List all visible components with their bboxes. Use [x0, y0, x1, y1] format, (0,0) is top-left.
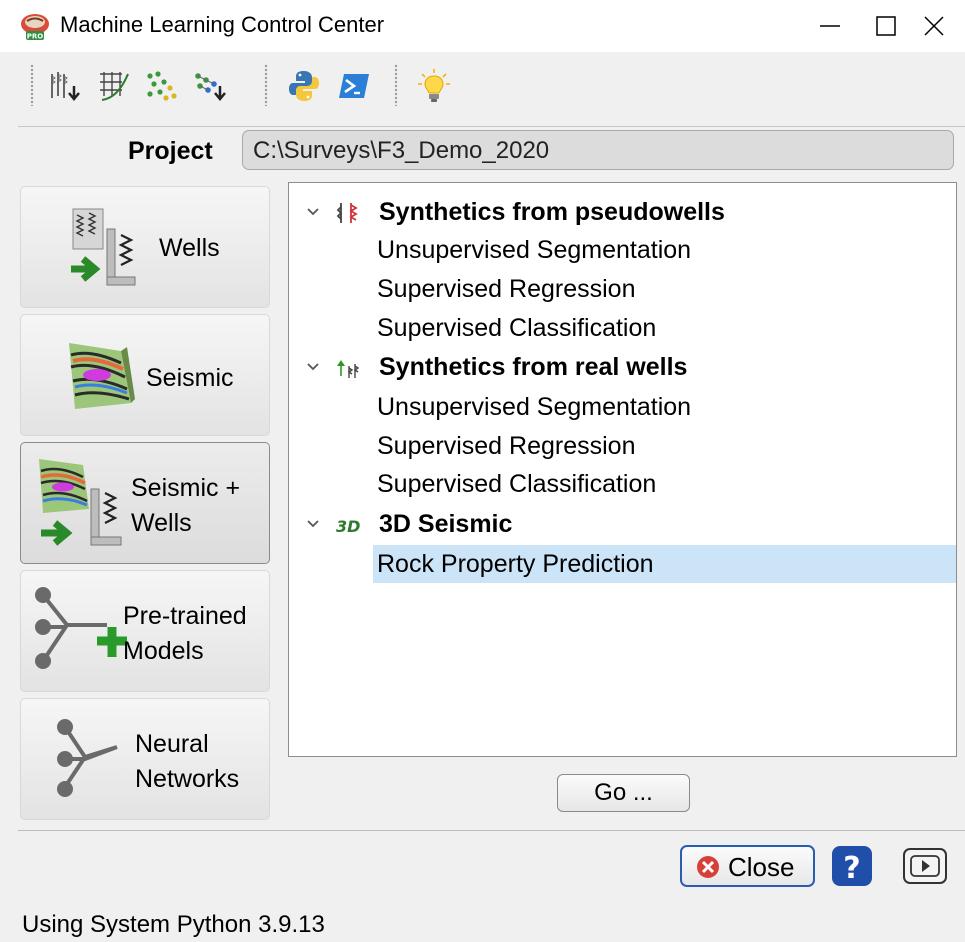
tree-item-label: Rock Property Prediction — [377, 550, 654, 578]
tree-category-3d-seismic[interactable]: 3D 3D Seismic — [289, 505, 956, 543]
neural-network-icon — [57, 719, 118, 797]
tree-category-pseudowells[interactable]: Synthetics from pseudowells — [289, 193, 956, 231]
title-bar: PRO Machine Learning Control Center — [0, 0, 965, 52]
help-button[interactable]: ? — [829, 845, 875, 887]
python-icon — [289, 71, 319, 101]
close-circle-icon — [697, 856, 719, 878]
close-window-button[interactable] — [906, 0, 962, 52]
powershell-icon — [339, 74, 369, 98]
wells-button[interactable]: Wells — [20, 186, 270, 308]
tree-category-label: Synthetics from real wells — [379, 353, 688, 381]
video-tutorial-button[interactable] — [900, 845, 950, 887]
tree-item-label: Unsupervised Segmentation — [377, 236, 692, 264]
workflow-tree: Synthetics from pseudowells Unsupervised… — [288, 182, 957, 757]
wells-icon — [71, 208, 136, 286]
seismic-label: Seismic — [146, 364, 234, 392]
pretrained-label-line2: Models — [123, 637, 204, 665]
powershell-button[interactable] — [334, 66, 374, 106]
status-text: Using System Python 3.9.13 — [22, 911, 325, 938]
chevron-down-icon — [307, 363, 319, 371]
window-title: Machine Learning Control Center — [60, 12, 385, 37]
wells-label: Wells — [159, 234, 220, 262]
svg-text:PRO: PRO — [27, 33, 44, 41]
tree-item-label: Supervised Regression — [377, 432, 636, 460]
3d-seismic-icon: 3D — [336, 517, 360, 536]
seismic-button[interactable]: Seismic — [20, 314, 270, 436]
tree-item[interactable]: Supervised Regression — [289, 270, 956, 308]
toolbar — [0, 52, 965, 122]
svg-text:3D: 3D — [336, 517, 360, 536]
pseudowells-icon — [336, 203, 358, 223]
seismic-wells-label-line1: Seismic + — [131, 474, 241, 502]
neural-networks-button[interactable]: Neural Networks — [20, 698, 270, 820]
log-crossplot-icon — [100, 72, 129, 101]
scatter-points-button[interactable] — [142, 66, 182, 106]
toolbar-divider — [18, 126, 965, 127]
minimize-icon — [820, 25, 840, 27]
seismic-wells-button[interactable]: Seismic + Wells — [20, 442, 270, 564]
close-button-label: Close — [728, 852, 795, 882]
seismic-wells-icon — [39, 459, 122, 546]
tree-category-real-wells[interactable]: Synthetics from real wells — [289, 348, 956, 386]
help-icon: ? — [832, 846, 872, 886]
project-path-field: C:\Surveys\F3_Demo_2020 — [242, 130, 954, 170]
tree-category-label: 3D Seismic — [379, 510, 513, 538]
seismic-wells-label-line2: Wells — [131, 509, 192, 537]
tree-item-label: Supervised Regression — [377, 275, 636, 303]
maximize-icon — [876, 16, 896, 36]
tree-item-label: Unsupervised Segmentation — [377, 393, 692, 421]
minimize-button[interactable] — [802, 0, 858, 52]
tree-item[interactable]: Supervised Regression — [289, 427, 956, 465]
svg-text:?: ? — [843, 851, 860, 886]
bottom-divider — [18, 830, 965, 831]
python-button[interactable] — [284, 66, 324, 106]
pretrained-models-button[interactable]: Pre-trained Models — [20, 570, 270, 692]
tree-item[interactable]: Supervised Classification — [289, 309, 956, 347]
neural-label-line1: Neural — [135, 730, 209, 758]
neural-label-line2: Networks — [135, 765, 240, 793]
pretrained-models-icon — [35, 587, 127, 669]
well-logs-import-icon — [51, 72, 80, 101]
tree-category-label: Synthetics from pseudowells — [379, 198, 725, 226]
toolbar-separator — [264, 64, 268, 106]
chevron-down-icon — [307, 520, 319, 528]
well-logs-import-button[interactable] — [46, 66, 86, 106]
tree-item[interactable]: Unsupervised Segmentation — [289, 388, 956, 426]
pretrained-label-line1: Pre-trained — [123, 602, 247, 630]
tree-item-label: Supervised Classification — [377, 314, 657, 342]
network-import-button[interactable] — [190, 66, 230, 106]
seismic-icon — [69, 343, 135, 409]
app-logo-icon: PRO — [21, 14, 49, 41]
real-wells-icon — [337, 360, 360, 378]
network-import-icon — [195, 73, 226, 101]
close-button[interactable]: Close — [680, 845, 815, 887]
play-video-icon — [903, 848, 947, 884]
go-button[interactable]: Go ... — [557, 774, 690, 812]
chevron-down-icon — [307, 208, 319, 216]
scatter-points-icon — [147, 71, 177, 101]
tree-item[interactable]: Unsupervised Segmentation — [289, 231, 956, 269]
tree-item-selected[interactable]: Rock Property Prediction — [289, 545, 956, 583]
toolbar-grip — [30, 64, 34, 106]
close-icon — [924, 16, 944, 36]
toolbar-separator-2 — [394, 64, 398, 106]
tree-item[interactable]: Supervised Classification — [289, 465, 956, 503]
tree-item-label: Supervised Classification — [377, 470, 657, 498]
log-crossplot-button[interactable] — [94, 66, 134, 106]
tips-button[interactable] — [414, 66, 454, 106]
lightbulb-icon — [418, 69, 450, 102]
project-label: Project — [128, 137, 213, 165]
